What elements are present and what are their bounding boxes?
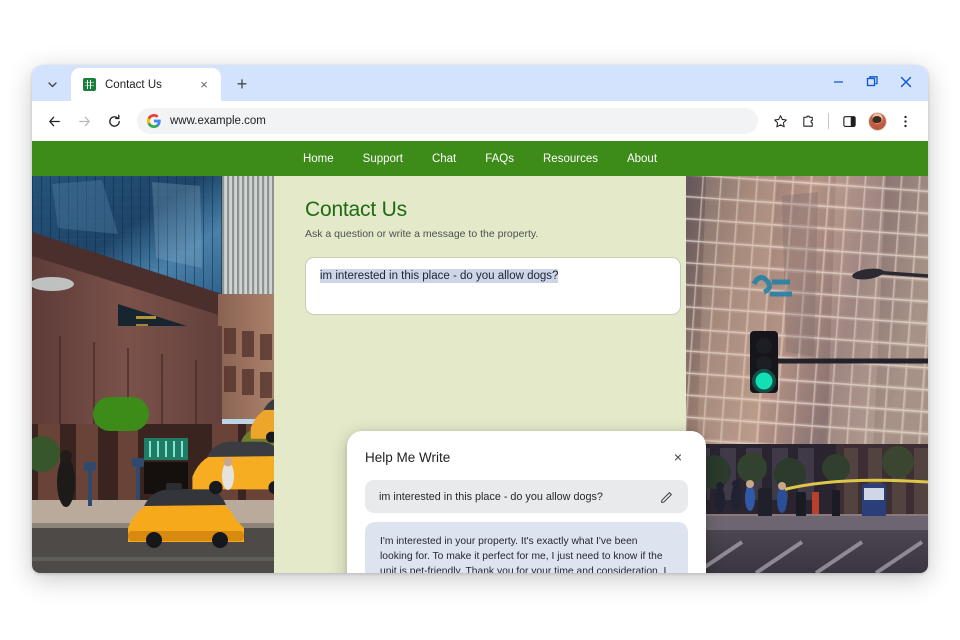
window-controls: [822, 65, 922, 98]
browser-tab[interactable]: Contact Us ×: [71, 68, 221, 101]
help-me-write-dialog: Help Me Write × im interested in this pl…: [347, 431, 706, 573]
nav-link-home[interactable]: Home: [303, 153, 334, 165]
nav-link-about[interactable]: About: [627, 153, 657, 165]
address-bar-url: www.example.com: [170, 115, 266, 127]
tab-search-chevron-down-icon[interactable]: [38, 71, 66, 97]
photo-left-building-taxis: [32, 176, 274, 573]
dialog-header: Help Me Write ×: [365, 447, 688, 467]
tab-strip: Contact Us × +: [32, 65, 928, 101]
profile-avatar[interactable]: [864, 108, 890, 134]
prompt-row[interactable]: im interested in this place - do you all…: [365, 480, 688, 514]
tab-close-icon[interactable]: ×: [196, 77, 212, 93]
reload-icon[interactable]: [100, 107, 128, 135]
google-g-icon: [147, 114, 161, 128]
bookmark-star-icon[interactable]: [767, 108, 793, 134]
page-subtitle: Ask a question or write a message to the…: [305, 228, 539, 240]
side-panel-icon[interactable]: [836, 108, 862, 134]
window-maximize-icon[interactable]: [856, 68, 888, 96]
extensions-puzzle-icon[interactable]: [795, 108, 821, 134]
nav-link-faqs[interactable]: FAQs: [485, 153, 514, 165]
three-dot-menu-icon[interactable]: [892, 108, 918, 134]
nav-link-resources[interactable]: Resources: [543, 153, 598, 165]
new-tab-button[interactable]: +: [228, 70, 256, 98]
generated-result-card: I'm interested in your property. It's ex…: [365, 522, 688, 573]
generated-result-text: I'm interested in your property. It's ex…: [380, 536, 667, 573]
window-close-icon[interactable]: [890, 68, 922, 96]
tab-title: Contact Us: [105, 78, 162, 91]
back-arrow-icon[interactable]: [40, 107, 68, 135]
address-bar[interactable]: www.example.com: [137, 108, 758, 134]
window-minimize-icon[interactable]: [822, 68, 854, 96]
dialog-title: Help Me Write: [365, 449, 451, 465]
site-navigation: Home Support Chat FAQs Resources About: [32, 141, 928, 176]
message-textarea[interactable]: im interested in this place - do you all…: [305, 257, 681, 315]
browser-toolbar: www.example.com: [32, 101, 928, 141]
page-viewport: Home Support Chat FAQs Resources About C…: [32, 141, 928, 573]
page-title: Contact Us: [305, 198, 407, 221]
prompt-text: im interested in this place - do you all…: [379, 490, 603, 503]
send-button[interactable]: [93, 397, 149, 431]
forward-arrow-icon[interactable]: [70, 107, 98, 135]
toolbar-divider: [828, 113, 829, 129]
message-textarea-value: im interested in this place - do you all…: [320, 269, 559, 283]
pencil-icon[interactable]: [660, 490, 675, 504]
photo-right-traffic-light: [686, 176, 928, 573]
tab-favicon-spreadsheet-icon: [83, 78, 96, 91]
nav-link-chat[interactable]: Chat: [432, 153, 456, 165]
close-icon[interactable]: ×: [668, 447, 688, 467]
nav-link-support[interactable]: Support: [363, 153, 403, 165]
browser-window: Contact Us × + www.example.com Home Supp…: [32, 65, 928, 573]
